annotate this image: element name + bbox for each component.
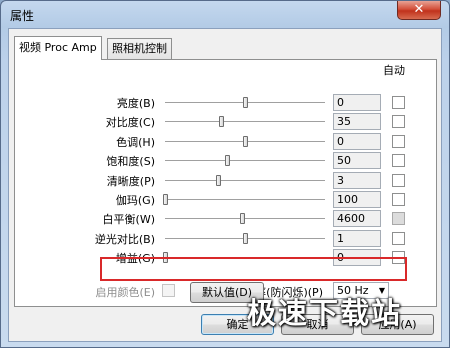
slider-value-6: 100: [333, 191, 381, 208]
enable-color-checkbox[interactable]: [162, 284, 175, 297]
slider-thumb-8[interactable]: [243, 233, 248, 244]
slider-label-6: 伽玛(G): [115, 194, 155, 207]
enable-color-label: 启用颜色(E): [95, 286, 155, 299]
slider-value-7: 4600: [333, 210, 381, 227]
auto-checkbox-6[interactable]: [392, 193, 405, 206]
slider-thumb-3[interactable]: [243, 136, 248, 147]
slider-track-5[interactable]: [165, 180, 325, 182]
auto-checkbox-4[interactable]: [392, 154, 405, 167]
slider-thumb-6[interactable]: [163, 194, 168, 205]
slider-track-6[interactable]: [165, 199, 325, 201]
slider-value-2: 35: [333, 113, 381, 130]
slider-track-4[interactable]: [165, 160, 325, 162]
slider-label-5: 清晰度(P): [106, 175, 155, 188]
tab-video-proc-amp[interactable]: 视频 Proc Amp: [14, 36, 102, 60]
slider-thumb-4[interactable]: [225, 155, 230, 166]
slider-label-2: 对比度(C): [105, 116, 155, 129]
slider-label-1: 亮度(B): [116, 97, 155, 110]
slider-label-7: 白平衡(W): [102, 213, 155, 226]
watermark-logo: 极速下载站: [247, 296, 403, 330]
slider-track-7[interactable]: [165, 218, 325, 220]
auto-checkbox-7[interactable]: [392, 212, 405, 225]
slider-thumb-7[interactable]: [240, 213, 245, 224]
slider-value-8: 1: [333, 230, 381, 247]
slider-value-1: 0: [333, 94, 381, 111]
tab-label: 照相机控制: [112, 42, 167, 55]
auto-column-header: 自动: [383, 64, 405, 77]
auto-checkbox-3[interactable]: [392, 135, 405, 148]
slider-thumb-2[interactable]: [219, 116, 224, 127]
close-icon: ✕: [413, 2, 425, 17]
auto-checkbox-2[interactable]: [392, 115, 405, 128]
slider-label-3: 色调(H): [116, 136, 155, 149]
slider-label-8: 逆光对比(B): [94, 233, 155, 246]
slider-value-4: 50: [333, 152, 381, 169]
proc-amp-panel: 自动 亮度(B) 0 对比度(C) 35 色调(H) 0 饱和度(S) 50 清晰度(P) 3 伽玛…: [14, 59, 437, 307]
close-button[interactable]: ✕: [397, 1, 441, 20]
slider-thumb-5[interactable]: [216, 175, 221, 186]
tab-camera-control[interactable]: 照相机控制: [107, 38, 172, 59]
auto-checkbox-5[interactable]: [392, 174, 405, 187]
tab-label: 视频 Proc Amp: [19, 41, 97, 54]
slider-value-5: 3: [333, 172, 381, 189]
properties-dialog: 属性 ✕ 视频 Proc Amp 照相机控制 自动 亮度(B) 0 对比度(C) 35…: [0, 0, 450, 348]
gain-row-highlight: [100, 257, 407, 281]
slider-track-2[interactable]: [165, 121, 325, 123]
slider-value-3: 0: [333, 133, 381, 150]
auto-checkbox-8[interactable]: [392, 232, 405, 245]
slider-thumb-1[interactable]: [243, 97, 248, 108]
dialog-title: 属性: [10, 9, 35, 23]
slider-label-4: 饱和度(S): [106, 155, 155, 168]
auto-checkbox-1[interactable]: [392, 96, 405, 109]
